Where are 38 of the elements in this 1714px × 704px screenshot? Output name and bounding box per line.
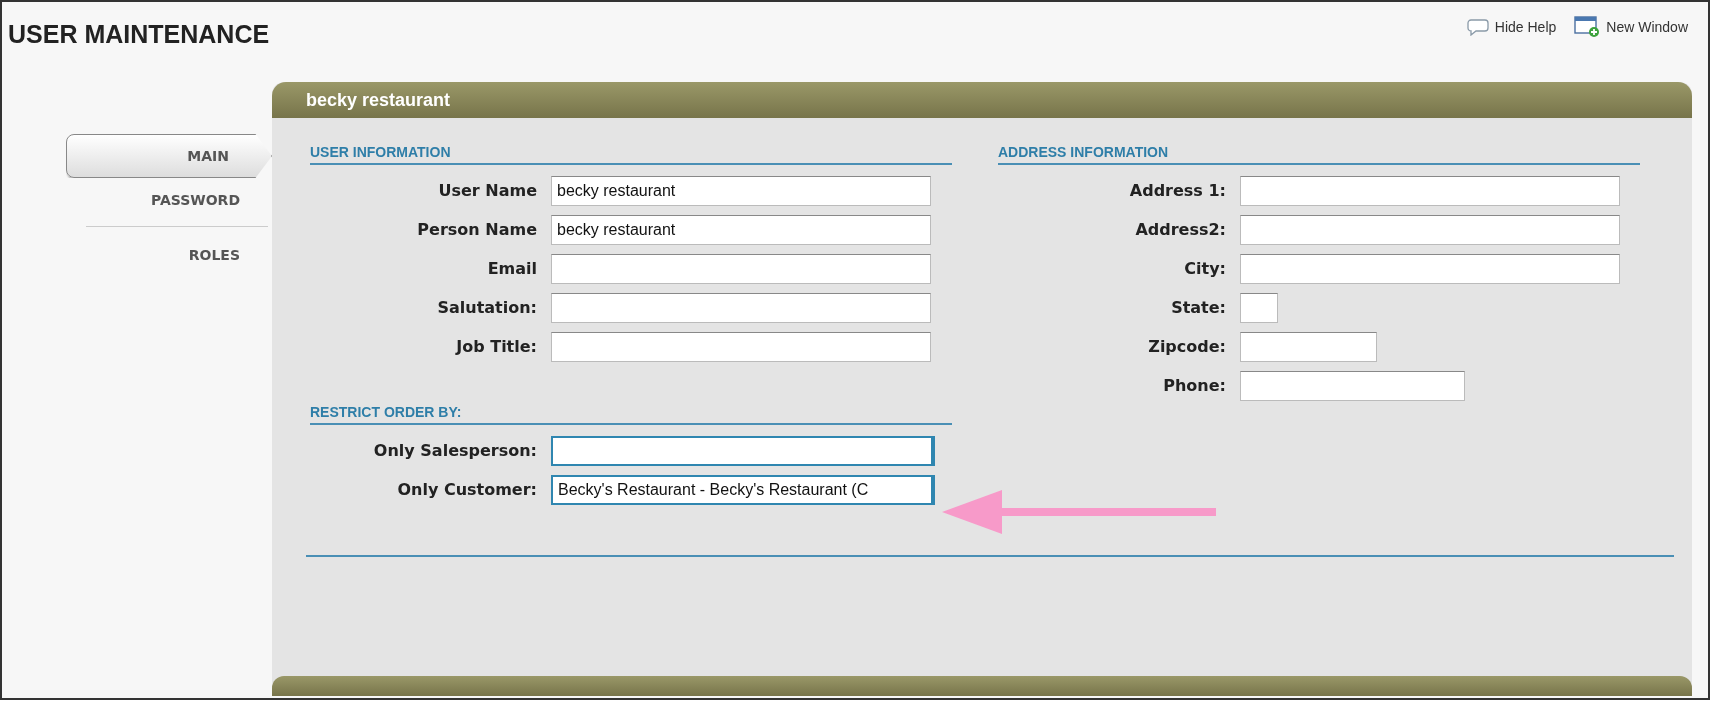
field-label: City: bbox=[1183, 259, 1226, 278]
text-field[interactable] bbox=[1240, 370, 1465, 401]
section-heading: ADDRESS INFORMATION bbox=[998, 144, 1640, 165]
text-field[interactable] bbox=[551, 253, 931, 284]
text-field[interactable] bbox=[1240, 175, 1620, 206]
text-field[interactable]: becky restaurant bbox=[551, 214, 931, 245]
speech-bubble-icon bbox=[1466, 18, 1489, 36]
field-label: Only Salesperson: bbox=[372, 441, 537, 460]
field-label: State: bbox=[1170, 298, 1226, 317]
toolbar-link[interactable]: Hide Help bbox=[1466, 16, 1557, 38]
text-field[interactable] bbox=[551, 292, 931, 323]
field-label: Only Customer: bbox=[396, 480, 537, 499]
section-heading: RESTRICT ORDER BY: bbox=[310, 404, 952, 425]
section-heading: USER INFORMATION bbox=[310, 144, 952, 165]
text-field[interactable] bbox=[1240, 292, 1278, 323]
sidebar-tab[interactable]: MAIN bbox=[66, 134, 272, 178]
text-field[interactable] bbox=[1240, 214, 1620, 245]
text-field[interactable]: becky restaurant bbox=[551, 175, 931, 206]
field-label: User Name bbox=[437, 181, 537, 200]
sidebar-tab[interactable]: PASSWORD bbox=[76, 178, 268, 222]
field-label: Address2: bbox=[1134, 220, 1226, 239]
text-field[interactable] bbox=[1240, 331, 1377, 362]
field-label: Zipcode: bbox=[1147, 337, 1226, 356]
field-label: Job Title: bbox=[454, 337, 537, 356]
toolbar-link[interactable]: New Window bbox=[1574, 16, 1688, 38]
text-field[interactable]: Becky's Restaurant - Becky's Restaurant (C bbox=[551, 474, 935, 505]
text-field[interactable] bbox=[551, 435, 935, 466]
field-label: Address 1: bbox=[1128, 181, 1226, 200]
field-label: Email bbox=[486, 259, 537, 278]
text-field[interactable] bbox=[551, 331, 931, 362]
new-window-icon bbox=[1574, 16, 1601, 38]
panel-title: becky restaurant bbox=[306, 89, 451, 111]
page-title: USER MAINTENANCE bbox=[8, 20, 270, 49]
field-label: Salutation: bbox=[436, 298, 537, 317]
text-field[interactable] bbox=[1240, 253, 1620, 284]
field-label: Person Name bbox=[416, 220, 537, 239]
field-label: Phone: bbox=[1162, 376, 1226, 395]
sidebar-tab[interactable]: ROLES bbox=[76, 233, 268, 277]
